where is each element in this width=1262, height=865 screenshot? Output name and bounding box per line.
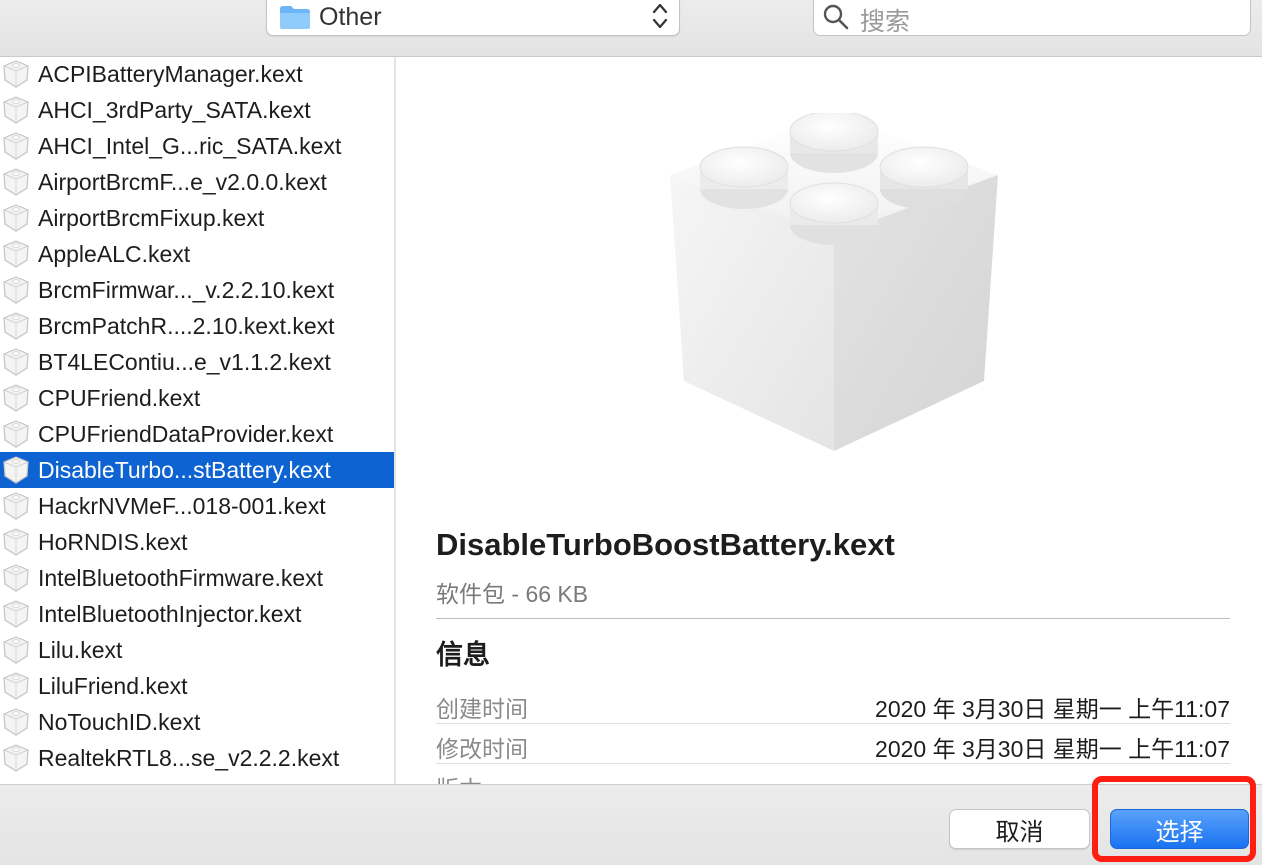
kext-file-icon — [0, 130, 32, 162]
file-row[interactable]: BT4LEContiu...e_v1.1.2.kext — [0, 344, 394, 380]
file-row[interactable]: HoRNDIS.kext — [0, 524, 394, 560]
file-row[interactable]: AHCI_3rdParty_SATA.kext — [0, 92, 394, 128]
kext-file-icon — [0, 418, 32, 450]
kext-file-icon — [0, 58, 32, 90]
file-name: IntelBluetoothInjector.kext — [38, 600, 302, 627]
file-row[interactable]: RealtekRTL8...se_v2.2.2.kext — [0, 740, 394, 776]
kext-file-icon — [0, 310, 32, 342]
file-row[interactable]: AirportBrcmF...e_v2.0.0.kext — [0, 164, 394, 200]
file-name: IntelBluetoothFirmware.kext — [38, 564, 324, 591]
chevron-up-down-icon — [652, 3, 668, 29]
cancel-button[interactable]: 取消 — [949, 809, 1090, 849]
folder-icon — [280, 6, 310, 29]
location-label: Other — [319, 3, 382, 31]
kext-file-icon — [0, 562, 32, 594]
kext-file-icon — [0, 166, 32, 198]
file-name: HoRNDIS.kext — [38, 528, 188, 555]
kext-file-icon — [0, 274, 32, 306]
file-row[interactable]: NoTouchID.kext — [0, 704, 394, 740]
search-field[interactable]: 搜索 — [813, 0, 1251, 36]
file-row[interactable]: Lilu.kext — [0, 632, 394, 668]
file-name: AHCI_Intel_G...ric_SATA.kext — [38, 132, 342, 159]
file-row[interactable]: AirportBrcmFixup.kext — [0, 200, 394, 236]
info-value: 2020 年 3月30日 星期一 上午11:07 — [875, 696, 1230, 722]
info-row-version: 版本 — [436, 764, 1230, 784]
file-name: AHCI_3rdParty_SATA.kext — [38, 96, 311, 123]
file-name: CPUFriend.kext — [38, 384, 201, 411]
file-row[interactable]: DisableTurbo...stBattery.kext — [0, 452, 394, 488]
search-icon — [823, 4, 849, 30]
file-name: BT4LEContiu...e_v1.1.2.kext — [38, 348, 331, 375]
info-value: 2020 年 3月30日 星期一 上午11:07 — [875, 736, 1230, 762]
file-name: ACPIBatteryManager.kext — [38, 60, 303, 87]
kext-file-icon — [0, 742, 32, 774]
file-name: BrcmFirmwar..._v.2.2.10.kext — [38, 276, 335, 303]
file-name: CPUFriendDataProvider.kext — [38, 420, 334, 447]
file-name: RealtekRTL8...se_v2.2.2.kext — [38, 744, 340, 771]
file-row[interactable]: AppleALC.kext — [0, 236, 394, 272]
kext-file-icon — [0, 346, 32, 378]
dialog-button-bar: 取消 选择 — [0, 784, 1262, 865]
file-name: AirportBrcmFixup.kext — [38, 204, 265, 231]
kext-file-icon — [0, 202, 32, 234]
info-row-modified: 修改时间 2020 年 3月30日 星期一 上午11:07 — [436, 724, 1230, 764]
file-row[interactable]: LiluFriend.kext — [0, 668, 394, 704]
file-row[interactable]: CPUFriend.kext — [0, 380, 394, 416]
kext-file-icon — [0, 94, 32, 126]
file-row[interactable]: BrcmPatchR....2.10.kext.kext — [0, 308, 394, 344]
info-label: 修改时间 — [436, 736, 528, 762]
kext-file-icon — [0, 670, 32, 702]
file-name: BrcmPatchR....2.10.kext.kext — [38, 312, 335, 339]
file-row[interactable]: IntelBluetoothFirmware.kext — [0, 560, 394, 596]
file-row[interactable]: CPUFriendDataProvider.kext — [0, 416, 394, 452]
file-row[interactable]: ACPIBatteryManager.kext — [0, 57, 394, 92]
kext-bundle-icon — [670, 113, 998, 451]
file-name: AirportBrcmF...e_v2.0.0.kext — [38, 168, 327, 195]
file-row[interactable]: HackrNVMeF...018-001.kext — [0, 488, 394, 524]
file-name: HackrNVMeF...018-001.kext — [38, 492, 326, 519]
toolbar: Other 搜索 — [0, 0, 1262, 57]
info-label: 创建时间 — [436, 696, 528, 722]
file-name: DisableTurbo...stBattery.kext — [38, 456, 331, 483]
location-popup-button[interactable]: Other — [266, 0, 680, 36]
info-row-created: 创建时间 2020 年 3月30日 星期一 上午11:07 — [436, 684, 1230, 724]
file-name: AppleALC.kext — [38, 240, 191, 267]
kext-file-icon — [0, 598, 32, 630]
file-name: Lilu.kext — [38, 636, 123, 663]
kext-file-icon — [0, 634, 32, 666]
file-row[interactable]: IntelBluetoothInjector.kext — [0, 596, 394, 632]
preview-subtitle: 软件包 - 66 KB — [436, 581, 589, 607]
search-placeholder: 搜索 — [860, 8, 911, 36]
kext-file-icon — [0, 382, 32, 414]
divider — [436, 618, 1230, 619]
info-label: 版本 — [436, 770, 482, 784]
kext-file-icon — [0, 526, 32, 558]
preview-title: DisableTurboBoostBattery.kext — [436, 527, 895, 562]
kext-file-icon — [0, 490, 32, 522]
file-row[interactable]: BrcmFirmwar..._v.2.2.10.kext — [0, 272, 394, 308]
kext-file-icon — [0, 454, 32, 486]
preview-pane: DisableTurboBoostBattery.kext 软件包 - 66 K… — [396, 57, 1262, 784]
kext-file-icon — [0, 706, 32, 738]
kext-file-icon — [0, 238, 32, 270]
file-list[interactable]: ACPIBatteryManager.kext AHCI_3rdParty_SA… — [0, 57, 394, 784]
file-name: LiluFriend.kext — [38, 672, 188, 699]
file-row[interactable]: AHCI_Intel_G...ric_SATA.kext — [0, 128, 394, 164]
info-heading: 信息 — [436, 640, 490, 670]
file-name: NoTouchID.kext — [38, 708, 201, 735]
choose-button[interactable]: 选择 — [1110, 809, 1249, 849]
